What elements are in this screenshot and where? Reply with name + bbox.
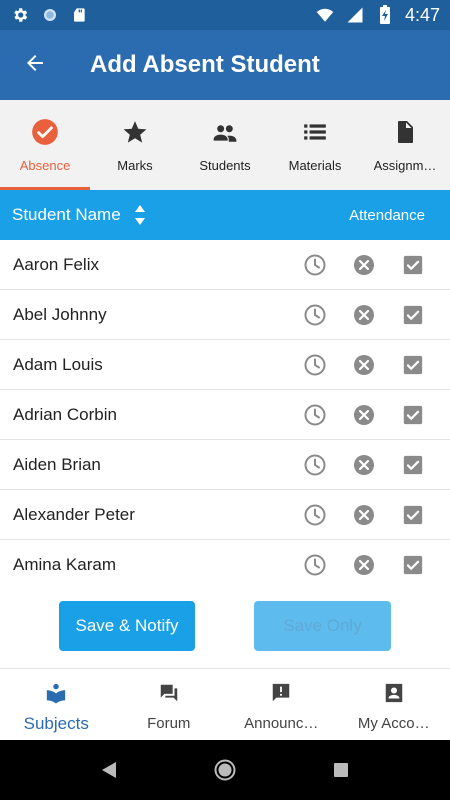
tab-label: Marks: [117, 158, 153, 173]
absent-x-icon[interactable]: [351, 452, 377, 478]
tab-assignments[interactable]: Assignm…: [360, 100, 450, 190]
nav-label: Announc…: [244, 715, 319, 732]
table-row: Adrian Corbin: [0, 390, 450, 440]
student-name: Adrian Corbin: [13, 404, 117, 424]
check-circle-icon: [31, 118, 59, 146]
student-name: Abel Johnny: [13, 304, 107, 324]
tab-label: Students: [199, 158, 251, 173]
late-clock-icon[interactable]: [302, 352, 328, 378]
present-check-icon[interactable]: [400, 302, 426, 328]
system-back-icon[interactable]: [96, 757, 122, 783]
student-list: Aaron Felix Abel Johnny Adam Louis Adria…: [0, 240, 450, 590]
system-recents-icon[interactable]: [328, 757, 354, 783]
absent-x-icon[interactable]: [351, 552, 377, 578]
table-header: Student Name Attendance: [0, 190, 450, 240]
settings-icon: [10, 5, 30, 25]
signal-icon: [345, 5, 365, 25]
sort-icon[interactable]: [133, 203, 147, 227]
battery-charging-icon: [375, 5, 395, 25]
table-row: Adam Louis: [0, 340, 450, 390]
attendance-actions: [279, 402, 426, 428]
system-navigation-bar: [0, 740, 450, 800]
present-check-icon[interactable]: [400, 502, 426, 528]
student-name: Adam Louis: [13, 354, 103, 374]
sync-icon: [40, 5, 60, 25]
status-right: 4:47: [315, 5, 440, 26]
table-row: Aiden Brian: [0, 440, 450, 490]
forum-icon: [157, 681, 181, 705]
status-bar: 4:47: [0, 0, 450, 30]
system-home-icon[interactable]: [212, 757, 238, 783]
attendance-header: Attendance: [349, 206, 425, 224]
nav-label: Subjects: [23, 714, 89, 733]
student-name-header[interactable]: Student Name: [12, 203, 147, 227]
tab-absence[interactable]: Absence: [0, 100, 90, 190]
list-icon: [301, 118, 329, 146]
late-clock-icon[interactable]: [302, 252, 328, 278]
present-check-icon[interactable]: [400, 352, 426, 378]
late-clock-icon[interactable]: [302, 552, 328, 578]
table-row: Aaron Felix: [0, 240, 450, 290]
absent-x-icon[interactable]: [351, 352, 377, 378]
student-name: Aaron Felix: [13, 254, 99, 274]
tab-label: Assignm…: [373, 158, 437, 173]
status-time: 4:47: [404, 4, 440, 25]
present-check-icon[interactable]: [400, 552, 426, 578]
arrow-back-icon: [23, 51, 47, 80]
book-icon: [44, 681, 68, 705]
table-row: Alexander Peter: [0, 490, 450, 540]
table-row: Abel Johnny: [0, 290, 450, 340]
attendance-actions: [279, 252, 426, 278]
app-bar: Add Absent Student: [0, 30, 450, 100]
document-icon: [391, 118, 419, 146]
absent-x-icon[interactable]: [351, 302, 377, 328]
student-name: Alexander Peter: [13, 504, 135, 524]
present-check-icon[interactable]: [400, 252, 426, 278]
tab-label: Absence: [19, 158, 71, 173]
late-clock-icon[interactable]: [302, 302, 328, 328]
tab-marks[interactable]: Marks: [90, 100, 180, 190]
announcement-icon: [269, 681, 293, 705]
attendance-actions: [279, 352, 426, 378]
tab-students[interactable]: Students: [180, 100, 270, 190]
late-clock-icon[interactable]: [302, 402, 328, 428]
nav-forum[interactable]: Forum: [113, 669, 226, 740]
attendance-actions: [279, 552, 426, 578]
present-check-icon[interactable]: [400, 402, 426, 428]
student-name: Amina Karam: [13, 555, 116, 574]
late-clock-icon[interactable]: [302, 452, 328, 478]
nav-subjects[interactable]: Subjects: [0, 669, 113, 740]
bottom-navigation: Subjects Forum Announc… My Acco…: [0, 668, 450, 740]
save-only-button[interactable]: Save Only: [254, 601, 391, 651]
present-check-icon[interactable]: [400, 452, 426, 478]
attendance-actions: [279, 302, 426, 328]
account-box-icon: [382, 681, 406, 705]
star-icon: [121, 118, 149, 146]
tab-label: Materials: [288, 158, 342, 173]
table-row: Amina Karam: [0, 540, 450, 590]
nav-my-account[interactable]: My Acco…: [338, 669, 450, 740]
absent-x-icon[interactable]: [351, 252, 377, 278]
student-name: Aiden Brian: [13, 454, 101, 474]
nav-announcements[interactable]: Announc…: [225, 669, 338, 740]
back-button[interactable]: [0, 30, 70, 100]
absent-x-icon[interactable]: [351, 502, 377, 528]
attendance-actions: [279, 452, 426, 478]
nav-label: Forum: [147, 715, 191, 732]
tab-materials[interactable]: Materials: [270, 100, 360, 190]
wifi-icon: [315, 5, 335, 25]
page-title: Add Absent Student: [90, 51, 320, 78]
attendance-actions: [279, 502, 426, 528]
late-clock-icon[interactable]: [302, 502, 328, 528]
save-notify-button[interactable]: Save & Notify: [59, 601, 195, 651]
student-name-header-label: Student Name: [12, 205, 121, 224]
sd-card-icon: [70, 5, 90, 25]
absent-x-icon[interactable]: [351, 402, 377, 428]
nav-label: My Acco…: [357, 715, 430, 732]
people-icon: [211, 118, 239, 146]
tab-bar: Absence Marks Students Materials Assignm…: [0, 100, 450, 190]
status-left: [10, 5, 90, 25]
